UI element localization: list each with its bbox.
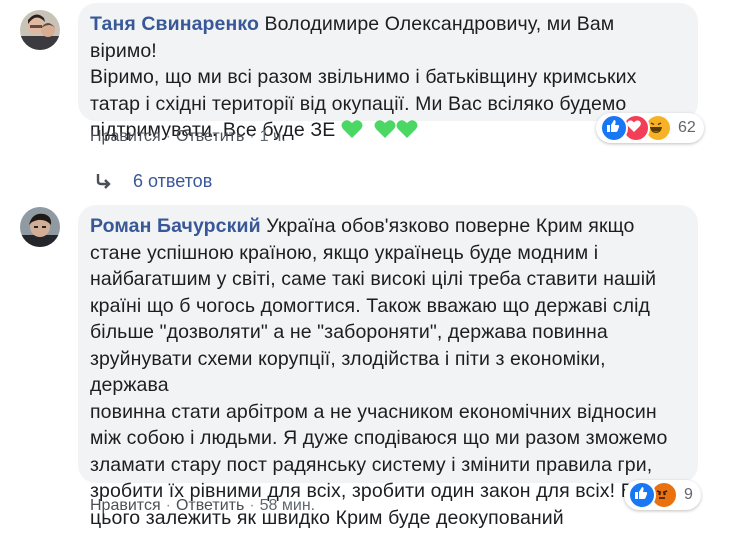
comment-line: країні що б чогось домогтися. Також вваж… bbox=[90, 294, 651, 317]
comment-line: Україна обов'язково поверне Крим якщо bbox=[266, 215, 635, 237]
comment-text: Роман Бачурский Україна обов'язково пове… bbox=[90, 213, 686, 531]
comment-line: стане успішною країною, якщо українець б… bbox=[90, 241, 599, 264]
view-replies-label: 6 ответов bbox=[133, 170, 213, 191]
reaction-summary[interactable]: 9 bbox=[624, 480, 701, 510]
green-heart-icon bbox=[374, 119, 396, 147]
comment-line: повинна стати арбітром а не учасником ек… bbox=[90, 400, 657, 423]
comment-author[interactable]: Роман Бачурский bbox=[90, 215, 261, 237]
comment-line: найбагатшим у світі, саме такі високі ці… bbox=[90, 268, 657, 290]
comment-line: між собою і людьми. Я дуже сподіваюся що… bbox=[90, 427, 668, 449]
comment-line: зруйнувати схеми корупції, злодійства і … bbox=[90, 347, 606, 397]
reply-button[interactable]: Ответить bbox=[176, 497, 244, 514]
like-icon bbox=[628, 481, 656, 509]
comment-actions: Нравится · Ответить · 1 ч. bbox=[90, 128, 286, 145]
comment-line: більше "дозволяти" а не "забороняти", де… bbox=[90, 321, 608, 343]
avatar[interactable] bbox=[20, 10, 60, 50]
comment-line: татар і східні території від окупації. М… bbox=[90, 92, 627, 115]
reply-arrow-icon bbox=[93, 170, 115, 192]
reaction-count: 62 bbox=[678, 119, 696, 136]
reaction-summary[interactable]: 62 bbox=[596, 113, 704, 143]
comment-timestamp[interactable]: 1 ч. bbox=[260, 128, 286, 145]
reply-button[interactable]: Ответить bbox=[176, 128, 244, 145]
green-heart-icon bbox=[396, 119, 418, 147]
like-button[interactable]: Нравится bbox=[90, 128, 161, 145]
view-replies-link[interactable]: 6 ответов bbox=[93, 170, 212, 192]
comment-line: Віримо, що ми всі разом звільнимо і бать… bbox=[90, 66, 637, 88]
reaction-count: 9 bbox=[684, 486, 693, 503]
like-button[interactable]: Нравится bbox=[90, 497, 161, 514]
comment-line: зламати стару пост радянську систему і з… bbox=[90, 453, 653, 476]
comment-bubble: Роман Бачурский Україна обов'язково пове… bbox=[78, 205, 698, 529]
comment-author[interactable]: Таня Свинаренко bbox=[90, 13, 259, 35]
like-icon bbox=[600, 114, 628, 142]
comment-timestamp[interactable]: 58 мин. bbox=[260, 497, 315, 514]
comment-bubble: Таня Свинаренко Володимире Олександрович… bbox=[78, 3, 698, 141]
comment-actions: Нравится · Ответить · 58 мин. bbox=[90, 497, 316, 514]
avatar[interactable] bbox=[20, 207, 60, 247]
green-heart-icon bbox=[341, 119, 363, 147]
